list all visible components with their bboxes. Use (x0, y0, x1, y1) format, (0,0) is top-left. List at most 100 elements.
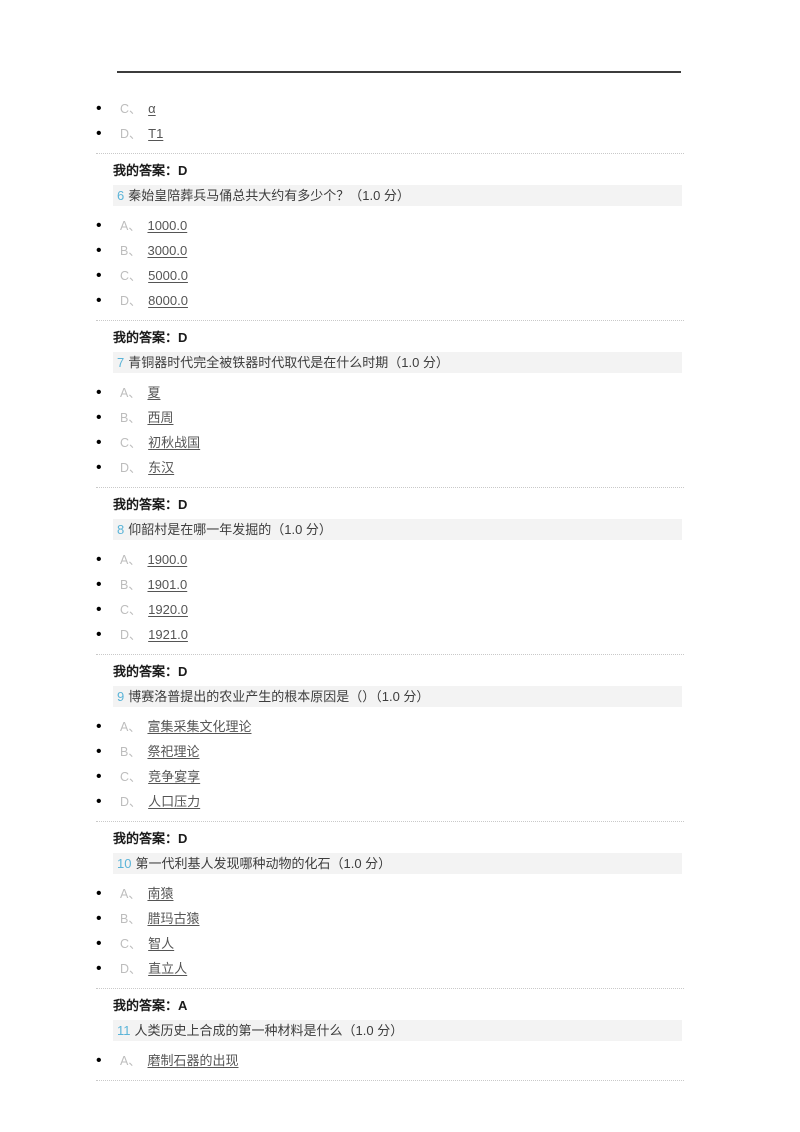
option-row[interactable]: • D、 8000.0 (0, 288, 800, 313)
my-answer-line: 我的答案：D (0, 827, 800, 851)
option-text[interactable]: 富集采集文化理论 (147, 719, 251, 734)
question-text: 秦始皇陪葬兵马俑总共大约有多少个？ (128, 188, 350, 203)
option-letter: D、 (120, 461, 142, 475)
my-answer-label: 我的答案： (113, 330, 179, 345)
option-letter: D、 (120, 962, 142, 976)
option-text[interactable]: 夏 (147, 385, 160, 400)
option-row[interactable]: • B、 西周 (0, 405, 800, 430)
question-score: （1.0 分） (342, 1023, 404, 1038)
option-text[interactable]: 5000.0 (148, 268, 188, 283)
question-text: 青铜器时代完全被铁器时代取代是在什么时期 (128, 355, 389, 370)
bullet-icon: • (96, 242, 102, 259)
option-text[interactable]: 竞争宴享 (148, 769, 200, 784)
option-letter: C、 (120, 269, 142, 283)
option-letter: D、 (120, 294, 142, 308)
option-row[interactable]: • B、 腊玛古猿 (0, 906, 800, 931)
option-row[interactable]: • A、 富集采集文化理论 (0, 714, 800, 739)
option-text[interactable]: 8000.0 (148, 293, 188, 308)
bullet-icon: • (96, 601, 102, 618)
option-row[interactable]: • B、 3000.0 (0, 238, 800, 263)
option-row[interactable]: • D、 人口压力 (0, 789, 800, 814)
question-text: 博赛洛普提出的农业产生的根本原因是（） (128, 689, 376, 704)
option-text[interactable]: 人口压力 (148, 794, 200, 809)
option-row[interactable]: • B、 1901.0 (0, 572, 800, 597)
option-text[interactable]: 智人 (148, 936, 174, 951)
option-letter: C、 (120, 102, 142, 116)
my-answer-line: 我的答案：D (0, 493, 800, 517)
option-text[interactable]: 1901.0 (147, 577, 187, 592)
question-banner: 7 青铜器时代完全被铁器时代取代是在什么时期（1.0 分） (113, 352, 682, 373)
question-separator (96, 1080, 684, 1082)
option-text[interactable]: 腊玛古猿 (147, 911, 199, 926)
option-letter: A、 (120, 720, 141, 734)
option-text[interactable]: 东汉 (148, 460, 174, 475)
option-text[interactable]: 磨制石器的出现 (147, 1053, 238, 1068)
option-row[interactable]: • A、 1000.0 (0, 213, 800, 238)
question-score: （1.0 分） (349, 188, 410, 203)
option-letter: C、 (120, 770, 142, 784)
bullet-icon: • (96, 935, 102, 952)
bullet-icon: • (96, 409, 102, 426)
question-number: 8 (117, 522, 125, 537)
bullet-icon: • (96, 384, 102, 401)
bullet-icon: • (96, 793, 102, 810)
option-text[interactable]: 初秋战国 (148, 435, 200, 450)
option-text[interactable]: 1920.0 (148, 602, 188, 617)
option-row[interactable]: • C、 5000.0 (0, 263, 800, 288)
bullet-icon: • (96, 267, 102, 284)
option-row[interactable]: • D、 1921.0 (0, 622, 800, 647)
my-answer-label: 我的答案： (113, 998, 179, 1013)
question-score: （1.0 分） (271, 522, 332, 537)
option-letter: B、 (120, 578, 141, 592)
my-answer-value: A (178, 998, 188, 1013)
option-text[interactable]: 西周 (147, 410, 173, 425)
question-separator (96, 487, 684, 489)
bullet-icon: • (96, 292, 102, 309)
question-banner: 8 仰韶村是在哪一年发掘的（1.0 分） (113, 519, 682, 540)
option-text[interactable]: 南猿 (147, 886, 173, 901)
question-separator (96, 320, 684, 322)
my-answer-label: 我的答案： (113, 497, 179, 512)
option-row[interactable]: • A、 1900.0 (0, 547, 800, 572)
option-text[interactable]: 1921.0 (148, 627, 188, 642)
option-letter: D、 (120, 795, 142, 809)
option-row[interactable]: • A、 南猿 (0, 881, 800, 906)
option-row[interactable]: • C、 竞争宴享 (0, 764, 800, 789)
question-text: 人类历史上合成的第一种材料是什么 (134, 1023, 343, 1038)
option-row[interactable]: • D、 T1 (0, 121, 800, 146)
option-text[interactable]: 祭祀理论 (147, 744, 199, 759)
option-letter: A、 (120, 219, 141, 233)
option-letter: C、 (120, 937, 142, 951)
question-number: 11 (117, 1023, 131, 1038)
bullet-icon: • (96, 576, 102, 593)
question-separator (96, 988, 684, 990)
option-row[interactable]: • D、 直立人 (0, 956, 800, 981)
option-row[interactable]: • A、 夏 (0, 380, 800, 405)
option-row[interactable]: • C、 α (0, 96, 800, 121)
bullet-icon: • (96, 768, 102, 785)
question-block-6: 6 秦始皇陪葬兵马俑总共大约有多少个？（1.0 分） • A、 1000.0 • … (0, 185, 800, 350)
option-letter: C、 (120, 436, 142, 450)
option-text[interactable]: 直立人 (148, 961, 187, 976)
option-row[interactable]: • C、 初秋战国 (0, 430, 800, 455)
option-text[interactable]: α (148, 101, 156, 116)
questions-container: • C、 α • D、 T1 我的答案：D 6 秦始皇陪葬兵马俑总共大约有多少个？… (0, 96, 800, 1082)
option-row[interactable]: • C、 1920.0 (0, 597, 800, 622)
question-banner: 9 博赛洛普提出的农业产生的根本原因是（）（1.0 分） (113, 686, 682, 707)
question-score: （1.0 分） (375, 689, 430, 704)
option-row[interactable]: • B、 祭祀理论 (0, 739, 800, 764)
option-text[interactable]: 3000.0 (147, 243, 187, 258)
bullet-icon: • (96, 125, 102, 142)
option-row[interactable]: • C、 智人 (0, 931, 800, 956)
bullet-icon: • (96, 626, 102, 643)
bullet-icon: • (96, 743, 102, 760)
option-text[interactable]: T1 (148, 126, 163, 141)
option-letter: B、 (120, 411, 141, 425)
question-score: （1.0 分） (388, 355, 449, 370)
option-row[interactable]: • A、 磨制石器的出现 (0, 1048, 800, 1073)
option-text[interactable]: 1900.0 (147, 552, 187, 567)
option-text[interactable]: 1000.0 (147, 218, 187, 233)
question-separator (96, 654, 684, 656)
continued-question-block: • C、 α • D、 T1 我的答案：D (0, 96, 800, 183)
option-row[interactable]: • D、 东汉 (0, 455, 800, 480)
